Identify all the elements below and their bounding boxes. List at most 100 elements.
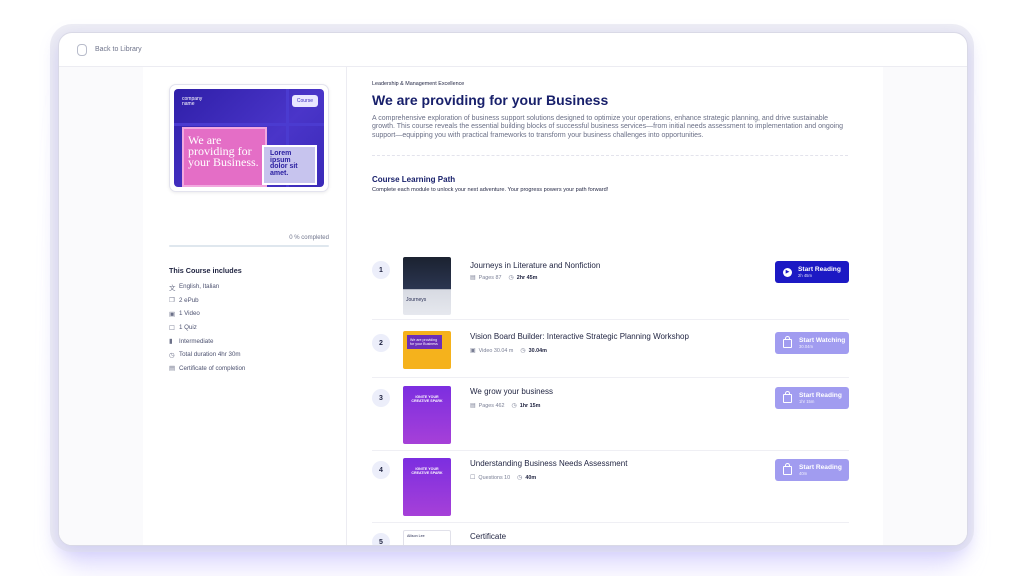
button-label: Start Reading <box>799 464 842 471</box>
module-title[interactable]: Certificate <box>470 532 506 541</box>
module-thumbnail-text: IGNITE YOUR CREATIVE SPARK <box>411 467 443 476</box>
includes-item-label: Intermediate <box>179 337 214 345</box>
module-separator <box>372 522 849 523</box>
module-number: 1 <box>372 261 390 279</box>
start-button[interactable]: ▶ Start Reading 2h 45m <box>775 261 849 283</box>
language-icon: 文 <box>169 284 176 292</box>
module-duration: 30.04m <box>528 347 547 354</box>
lock-icon <box>783 335 792 348</box>
lock-icon <box>783 390 792 403</box>
module-duration: 40m <box>525 474 537 481</box>
module-row[interactable]: 5 Allison Lee Certificate <box>372 528 849 545</box>
back-arrow-icon[interactable] <box>77 43 87 56</box>
course-main: Leadership & Management Excellence We ar… <box>347 67 883 545</box>
button-duration: 2h 45m <box>798 273 812 278</box>
quiz-icon: ☐ <box>169 324 175 332</box>
module-title[interactable]: Journeys in Literature and Nonfiction <box>470 261 600 270</box>
module-number: 3 <box>372 389 390 407</box>
module-title[interactable]: We grow your business <box>470 387 553 396</box>
module-thumbnail: IGNITE YOUR CREATIVE SPARK <box>403 386 451 444</box>
module-meta: ▤ Pages 462 ◷ 1hr 15m <box>470 402 541 410</box>
button-duration: 1hr 15m <box>799 399 815 404</box>
content-area: company name Course We are providing for… <box>59 67 967 545</box>
page-title: We are providing for your Business <box>372 92 609 108</box>
locked-start-button[interactable]: Start Watching 30.04m <box>775 332 849 354</box>
module-title[interactable]: Vision Board Builder: Interactive Strate… <box>470 332 689 341</box>
includes-item: ☐ 1 Quiz <box>169 321 245 335</box>
module-row[interactable]: 2 We are providing for your Business Visio… <box>372 329 849 378</box>
module-meta-label: Pages 87 <box>478 274 502 281</box>
includes-item: 文 English, Italian <box>169 280 245 294</box>
module-thumbnail: Allison Lee <box>403 530 451 545</box>
module-meta: ▣ Video 30.04 m ◷ 30.04m <box>470 347 547 355</box>
module-thumbnail-text: IGNITE YOUR CREATIVE SPARK <box>411 395 443 404</box>
includes-item-label: Certificate of completion <box>179 364 246 372</box>
includes-item: ▮ Intermediate <box>169 334 245 348</box>
left-gutter <box>59 67 143 545</box>
includes-list: 文 English, Italian ❐ 2 ePub ▣ 1 Video ☐ 1 Quiz ▮… <box>169 280 245 375</box>
clock-icon: ◷ <box>517 475 523 481</box>
module-thumbnail: IGNITE YOUR CREATIVE SPARK <box>403 458 451 516</box>
cover-headline: We are providing for your Business. <box>188 133 259 169</box>
module-duration: 1hr 15m <box>519 402 541 409</box>
progress-label: 0 % completed <box>289 235 329 241</box>
cover-logo: company name <box>182 96 203 108</box>
includes-item: ▣ 1 Video <box>169 307 245 321</box>
module-meta-label: Video 30.04 m <box>478 347 514 354</box>
module-thumbnail-text: We are providing for your Business <box>407 335 442 350</box>
course-sidebar: company name Course We are providing for… <box>143 67 347 545</box>
button-duration: 30.04m <box>799 344 813 349</box>
course-cover-card[interactable]: company name Course We are providing for… <box>169 84 329 192</box>
includes-item: ❐ 2 ePub <box>169 294 245 308</box>
pages-icon: ▤ <box>470 275 476 281</box>
module-row[interactable]: 3 IGNITE YOUR CREATIVE SPARK We grow your … <box>372 384 849 451</box>
quiz-icon: ☐ <box>470 475 476 481</box>
clock-icon: ◷ <box>511 403 517 409</box>
includes-item: ▤ Certificate of completion <box>169 362 245 376</box>
play-icon: ▶ <box>783 267 792 277</box>
button-label: Start Reading <box>798 266 841 273</box>
button-duration: 40m <box>799 471 808 476</box>
top-bar: Back to Library <box>59 33 967 67</box>
right-gutter <box>883 67 967 545</box>
module-row[interactable]: 4 IGNITE YOUR CREATIVE SPARK Understanding… <box>372 456 849 523</box>
course-badge: Course <box>291 95 318 107</box>
includes-item-label: 2 ePub <box>179 296 199 304</box>
cover-subheadline: Lorem ipsum dolor sit amet. <box>270 150 298 177</box>
includes-item: ◷ Total duration 4hr 30m <box>169 348 245 362</box>
module-row[interactable]: 1 Journeys Journeys in Literature and Nonf… <box>372 257 849 320</box>
module-thumbnail: Journeys <box>403 257 451 315</box>
locked-start-button[interactable]: Start Reading 40m <box>775 459 849 481</box>
includes-item-label: 1 Video <box>179 310 200 318</box>
button-text: Start Reading 2h 45m <box>798 266 841 278</box>
locked-start-button[interactable]: Start Reading 1hr 15m <box>775 387 849 409</box>
module-thumbnail: We are providing for your Business <box>403 331 451 369</box>
pages-icon: ▤ <box>470 403 476 409</box>
module-number: 4 <box>372 461 390 479</box>
module-meta: ☐ Questions 10 ◷ 40m <box>470 474 537 482</box>
module-meta-label: Questions 10 <box>478 474 511 481</box>
button-text: Start Reading 1hr 15m <box>799 392 842 404</box>
module-title[interactable]: Understanding Business Needs Assessment <box>470 459 627 468</box>
module-separator <box>372 319 849 320</box>
module-number: 5 <box>372 533 390 545</box>
module-separator <box>372 377 849 378</box>
button-label: Start Reading <box>799 392 842 399</box>
includes-title: This Course includes <box>169 266 242 275</box>
module-separator <box>372 450 849 451</box>
back-to-library-link[interactable]: Back to Library <box>95 46 142 53</box>
course-category: Leadership & Management Excellence <box>372 81 465 87</box>
button-text: Start Watching 30.04m <box>799 337 845 349</box>
module-thumbnail-text: Allison Lee <box>407 534 425 538</box>
includes-item-label: Total duration 4hr 30m <box>179 351 241 359</box>
learning-path-subtitle: Complete each module to unlock your next… <box>372 187 609 194</box>
includes-item-label: 1 Quiz <box>179 324 197 332</box>
includes-item-label: English, Italian <box>179 283 220 291</box>
clock-icon: ◷ <box>520 348 526 354</box>
epub-icon: ❐ <box>169 297 175 305</box>
video-icon: ▣ <box>169 310 176 318</box>
clock-icon: ◷ <box>169 351 175 359</box>
module-meta: ▤ Pages 87 ◷ 2hr 45m <box>470 274 537 282</box>
module-meta-label: Pages 462 <box>478 402 505 409</box>
clock-icon: ◷ <box>508 275 514 281</box>
